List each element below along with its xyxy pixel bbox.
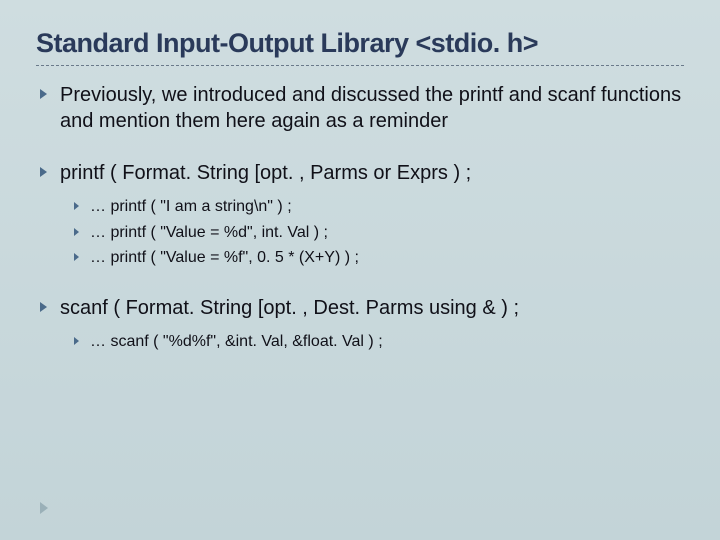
slide: Standard Input-Output Library <stdio. h>… — [0, 0, 720, 540]
footer-arrow-icon — [40, 502, 48, 514]
bullet-2: printf ( Format. String [opt. , Parms or… — [36, 160, 684, 269]
title-divider — [36, 65, 684, 66]
bullet-3: scanf ( Format. String [opt. , Dest. Par… — [36, 295, 684, 353]
bullet-2-sublist: … printf ( "I am a string\n" ) ; … print… — [60, 196, 684, 269]
bullet-1-text: Previously, we introduced and discussed … — [60, 84, 681, 132]
bullet-2-text: printf ( Format. String [opt. , Parms or… — [60, 162, 471, 184]
bullet-list: Previously, we introduced and discussed … — [36, 82, 684, 352]
bullet-3-sublist: … scanf ( "%d%f", &int. Val, &float. Val… — [60, 331, 684, 353]
bullet-1: Previously, we introduced and discussed … — [36, 82, 684, 134]
bullet-3-sub-1: … scanf ( "%d%f", &int. Val, &float. Val… — [60, 331, 684, 353]
bullet-2-sub-1: … printf ( "I am a string\n" ) ; — [60, 196, 684, 218]
bullet-2-sub-3: … printf ( "Value = %f", 0. 5 * (X+Y) ) … — [60, 247, 684, 269]
bullet-2-sub-2: … printf ( "Value = %d", int. Val ) ; — [60, 222, 684, 244]
bullet-3-text: scanf ( Format. String [opt. , Dest. Par… — [60, 297, 519, 319]
slide-title: Standard Input-Output Library <stdio. h> — [36, 28, 684, 59]
